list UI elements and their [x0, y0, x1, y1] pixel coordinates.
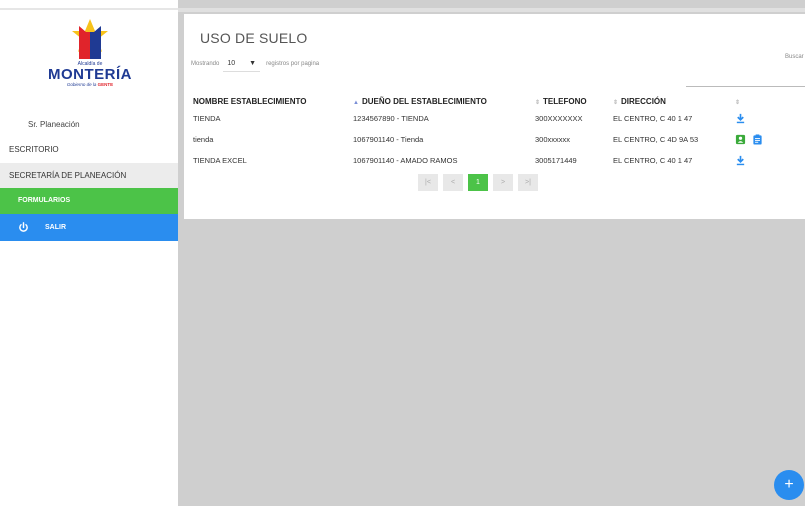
cell-telefono: 300XXXXXXX	[535, 114, 583, 123]
column-header-telefono[interactable]: ⇕ TELEFONO	[535, 94, 613, 108]
sidebar-item-formularios[interactable]: FORMULARIOS	[0, 188, 178, 214]
sidebar-item-salir[interactable]: SALIR	[0, 214, 178, 241]
show-suffix: registros por pagina	[266, 61, 320, 67]
sidebar-divider	[0, 8, 178, 10]
entries-value: 10	[227, 60, 236, 67]
logo-city-text: MONTERÍA	[48, 66, 132, 83]
page-title: USO DE SUELO	[200, 30, 308, 46]
search-input[interactable]	[686, 86, 805, 87]
sort-asc-icon: ▲	[353, 99, 359, 106]
sort-icon: ⇕	[735, 99, 741, 106]
add-button[interactable]: +	[774, 470, 804, 500]
cell-telefono: 3005171449	[535, 156, 577, 165]
cell-nombre: TIENDA EXCEL	[193, 156, 247, 165]
table-row: TIENDA EXCEL 1067901140 - AMADO RAMOS 30…	[193, 150, 795, 171]
user-badge-icon[interactable]	[735, 134, 746, 145]
entries-control: Mostrando 10 ▼ registros por pagina	[191, 56, 319, 72]
cell-direccion: EL CENTRO, C 40 1 47	[613, 114, 693, 123]
pagination: |< < 1 > >|	[418, 174, 538, 191]
cell-direccion: EL CENTRO, C 40 1 47	[613, 156, 693, 165]
page-next-button[interactable]: >	[493, 174, 513, 191]
cell-nombre: TIENDA	[193, 114, 221, 123]
column-header-dueno[interactable]: ▲ DUEÑO DEL ESTABLECIMIENTO	[353, 94, 535, 108]
page-prev-button[interactable]: <	[443, 174, 463, 191]
sidebar-item-secretaria-planeacion[interactable]: SECRETARÍA DE PLANEACIÓN	[0, 163, 178, 188]
cell-dueno: 1067901140 - AMADO RAMOS	[353, 156, 458, 165]
sidebar: Alcaldía de MONTERÍA Gobierno de la GENT…	[0, 0, 178, 506]
cell-dueno: 1067901140 - Tienda	[353, 135, 424, 144]
page-current-button[interactable]: 1	[468, 174, 488, 191]
page-last-button[interactable]: >|	[518, 174, 538, 191]
power-icon	[19, 221, 28, 232]
entries-select[interactable]: 10 ▼	[223, 56, 261, 72]
logo-slogan-brand: GENTE	[97, 82, 114, 87]
sort-icon: ⇕	[535, 99, 541, 106]
data-table: NOMBRE ESTABLECIMIENTO ▲ DUEÑO DEL ESTABL…	[193, 94, 795, 171]
column-header-direccion[interactable]: ⇕ DIRECCIÓN	[613, 94, 735, 108]
download-icon[interactable]	[735, 155, 746, 166]
cell-actions	[735, 150, 795, 171]
search-label: Buscar	[785, 54, 804, 60]
download-icon[interactable]	[735, 113, 746, 124]
table-row: TIENDA 1234567890 - TIENDA 300XXXXXXX EL…	[193, 108, 795, 129]
cell-nombre: tienda	[193, 135, 214, 144]
cell-actions	[735, 108, 795, 129]
header-bar	[178, 8, 805, 12]
table-header-row: NOMBRE ESTABLECIMIENTO ▲ DUEÑO DEL ESTABL…	[193, 94, 795, 108]
table-row: tienda 1067901140 - Tienda 300xxxxxx EL …	[193, 129, 795, 150]
page-first-button[interactable]: |<	[418, 174, 438, 191]
star-emblem-icon	[72, 19, 108, 59]
salir-label: SALIR	[45, 224, 66, 231]
cell-actions	[735, 129, 795, 150]
cell-direccion: EL CENTRO, C 4D 9A 53	[613, 135, 699, 144]
monteria-logo: Alcaldía de MONTERÍA Gobierno de la GENT…	[44, 18, 136, 98]
main-card: USO DE SUELO Mostrando 10 ▼ registros po…	[184, 14, 805, 219]
cell-dueno: 1234567890 - TIENDA	[353, 114, 429, 123]
show-prefix: Mostrando	[191, 61, 220, 67]
cell-telefono: 300xxxxxx	[535, 135, 571, 144]
sort-icon: ⇕	[613, 99, 619, 106]
column-header-nombre[interactable]: NOMBRE ESTABLECIMIENTO	[193, 94, 353, 108]
sidebar-item-escritorio[interactable]: ESCRITORIO	[0, 136, 178, 164]
user-name: Sr. Planeación	[28, 120, 80, 129]
column-header-actions[interactable]: ⇕	[735, 94, 795, 108]
logo-slogan-prefix: Gobierno de la	[66, 82, 97, 87]
clipboard-icon[interactable]	[752, 134, 763, 145]
chevron-down-icon: ▼	[249, 60, 257, 67]
